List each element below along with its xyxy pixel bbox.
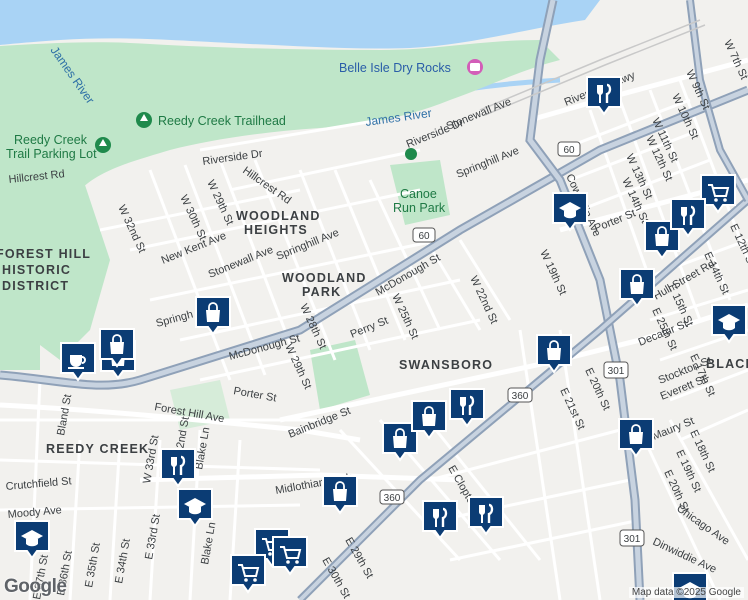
map-attribution[interactable]: Map data ©2025 Google — [628, 587, 744, 598]
poi-label: Reedy Creek — [14, 133, 88, 147]
neighborhood-label: HISTORIC — [2, 263, 71, 277]
route-shield: 301 — [619, 529, 645, 547]
route-shield: 360 — [379, 489, 405, 505]
route-shield: 60 — [557, 141, 581, 157]
map-canvas[interactable]: James River James River Belle Isle Dry R… — [0, 0, 748, 600]
neighborhood-label: WOODLAND — [282, 271, 367, 285]
neighborhood-label: SWANSBORO — [399, 358, 493, 372]
camera-icon-body — [470, 63, 480, 71]
route-shield: 360 — [507, 387, 533, 403]
route-shield-label: 301 — [608, 366, 625, 377]
poi-label: Trail Parking Lot — [6, 147, 97, 161]
route-shield: 301 — [603, 361, 629, 379]
neighborhood-label: PARK — [302, 285, 341, 299]
neighborhood-label: HEIGHTS — [244, 223, 308, 237]
poi-label: Reedy Creek Trailhead — [158, 114, 286, 128]
route-shield-label: 360 — [512, 391, 529, 402]
route-shield: 60 — [412, 227, 436, 243]
poi-label: Belle Isle Dry Rocks — [339, 61, 451, 75]
route-shield-label: 60 — [563, 145, 575, 156]
park-label: Run Park — [393, 201, 446, 215]
route-shield-label: 360 — [384, 493, 401, 504]
forest-hill-park — [0, 300, 40, 370]
route-shield-label: 301 — [624, 534, 641, 545]
route-shield-label: 60 — [418, 231, 430, 242]
poi-reedy-creek-trailhead[interactable]: Reedy Creek Trailhead — [136, 112, 286, 128]
neighborhood-label: DISTRICT — [2, 279, 69, 293]
neighborhood-label: REEDY CREEK — [46, 442, 149, 456]
park-label: Canoe — [400, 187, 437, 201]
neighborhood-label: FOREST HILL — [0, 247, 91, 261]
neighborhood-label: WOODLAND — [236, 209, 321, 223]
google-logo: Google — [4, 576, 67, 597]
